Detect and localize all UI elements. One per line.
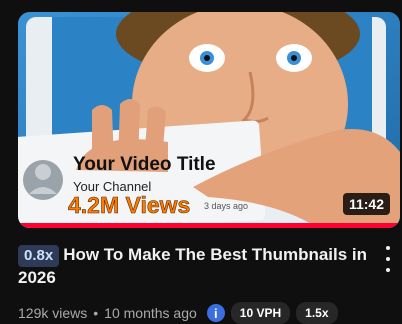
more-options-icon[interactable] [382,246,394,272]
card-age-text: 3 days ago [204,201,248,211]
duration-badge: 11:42 [342,193,390,215]
video-metadata: 129k views • 10 months ago i 10 VPH 1.5x [18,302,338,324]
card-views-text: 4.2M Views [68,192,190,218]
info-icon[interactable]: i [206,304,225,322]
view-count: 129k views [18,305,88,321]
video-thumbnail[interactable]: Your Video Title Your Channel 4.2M Views… [18,12,400,228]
speed-badge: 0.8x [18,245,60,267]
watch-progress-fill [18,223,400,228]
kebab-dot [386,246,390,250]
meta-separator: • [93,305,99,321]
kebab-dot [386,268,390,272]
kebab-dot [386,257,390,261]
multiplier-badge: 1.5x [296,302,338,324]
upload-age: 10 months ago [104,305,197,321]
vph-badge: 10 VPH [230,302,291,324]
video-title-row[interactable]: 0.8x How To Make The Best Thumbnails in 2… [18,244,368,289]
watch-progress-bar [18,223,400,228]
video-title[interactable]: How To Make The Best Thumbnails in 2026 [18,245,367,287]
card-title-text: Your Video Title [73,154,216,175]
